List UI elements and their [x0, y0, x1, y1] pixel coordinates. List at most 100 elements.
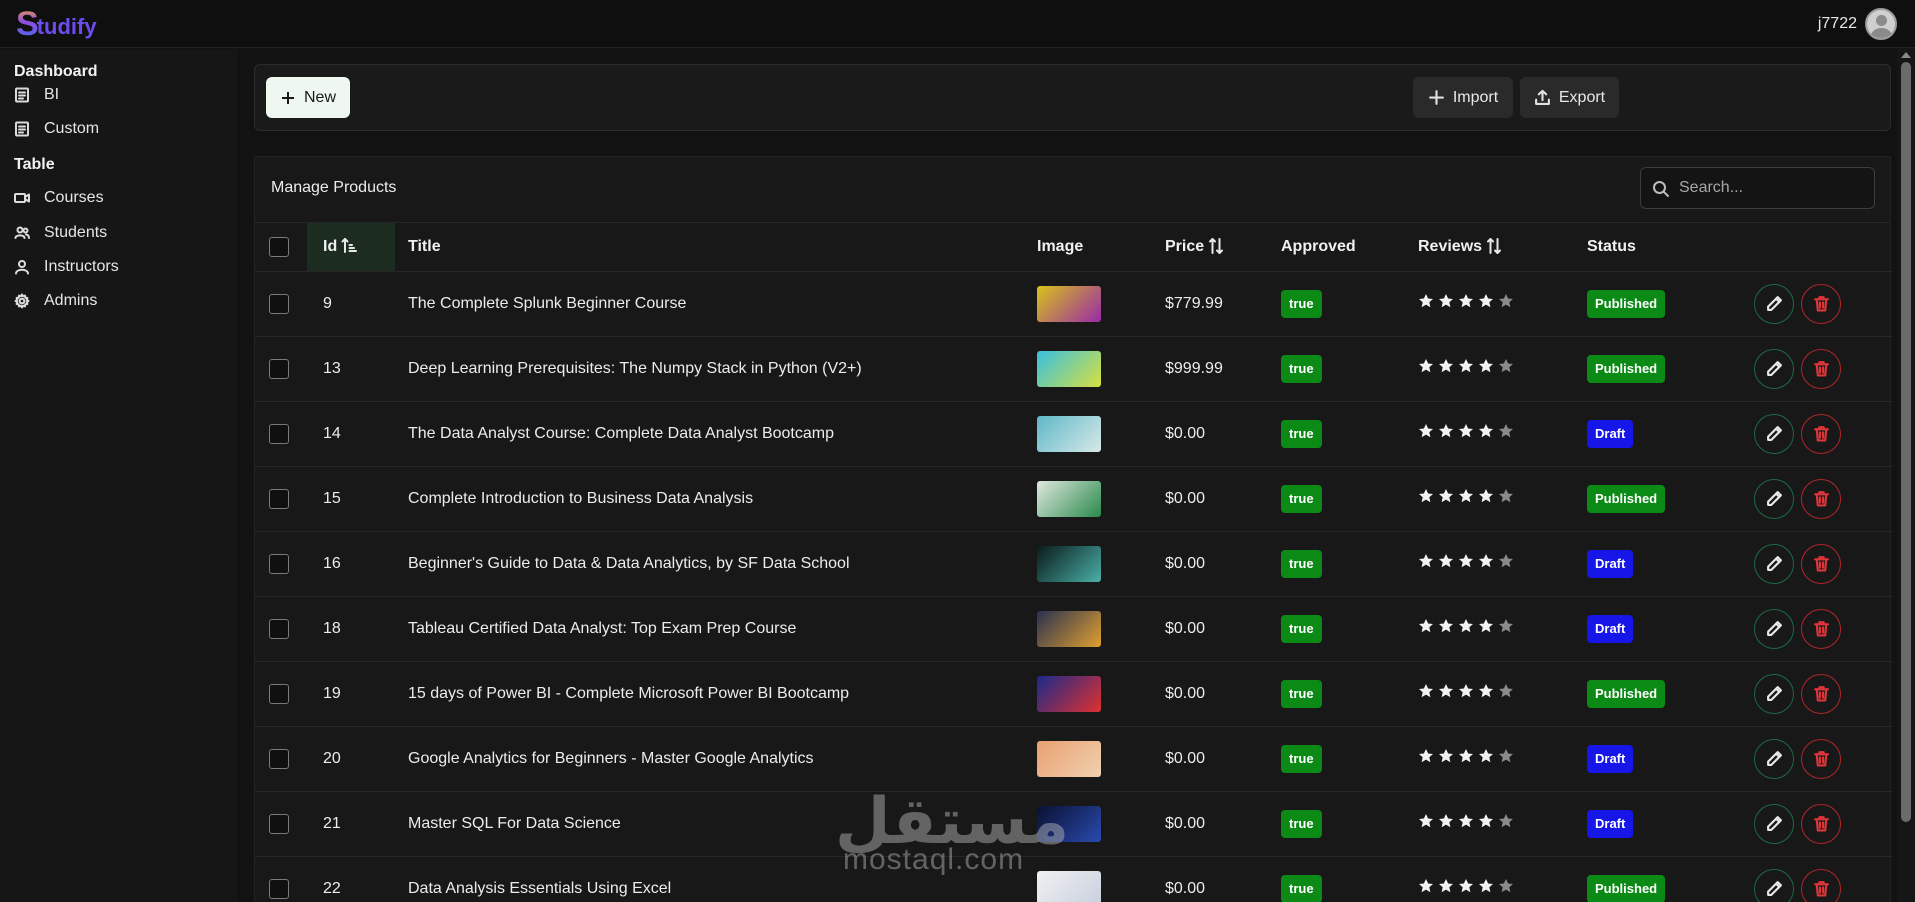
export-button[interactable]: Export	[1520, 77, 1619, 118]
search-box[interactable]	[1640, 167, 1875, 209]
rating-stars	[1418, 553, 1514, 569]
edit-button[interactable]	[1754, 868, 1794, 902]
cell-price: $0.00	[1155, 856, 1272, 902]
rating-stars	[1418, 423, 1514, 439]
edit-button[interactable]	[1754, 413, 1794, 454]
edit-button[interactable]	[1754, 283, 1794, 324]
edit-button[interactable]	[1754, 478, 1794, 519]
sidebar-item-instructors[interactable]: Instructors	[14, 253, 119, 281]
table-row[interactable]: 19 15 days of Power BI - Complete Micros…	[255, 661, 1892, 727]
star-icon	[1479, 619, 1493, 633]
delete-button[interactable]	[1801, 868, 1841, 902]
star-icon	[1479, 684, 1493, 698]
star-icon	[1499, 294, 1513, 308]
delete-button[interactable]	[1801, 608, 1841, 649]
edit-button[interactable]	[1754, 608, 1794, 649]
page-scrollbar[interactable]	[1897, 48, 1915, 902]
search-input[interactable]	[1679, 168, 1869, 208]
table-row[interactable]: 21 Master SQL For Data Science $0.00 tru…	[255, 791, 1892, 857]
edit-button[interactable]	[1754, 348, 1794, 389]
row-checkbox[interactable]	[269, 748, 289, 769]
rating-stars	[1418, 618, 1514, 634]
row-checkbox[interactable]	[269, 488, 289, 509]
edit-button[interactable]	[1754, 543, 1794, 584]
cell-title: Master SQL For Data Science	[395, 791, 1027, 857]
sidebar-item-admins[interactable]: Admins	[14, 287, 97, 315]
star-icon	[1439, 424, 1453, 438]
sidebar-item-students[interactable]: Students	[14, 219, 107, 247]
sidebar-item-courses[interactable]: Courses	[14, 184, 104, 212]
column-header-price[interactable]: Price	[1155, 223, 1272, 272]
row-checkbox[interactable]	[269, 813, 289, 834]
trash-icon	[1813, 491, 1829, 507]
row-checkbox[interactable]	[269, 423, 289, 444]
table-row[interactable]: 16 Beginner's Guide to Data & Data Analy…	[255, 531, 1892, 597]
pencil-icon	[1766, 361, 1782, 376]
cell-title: 15 days of Power BI - Complete Microsoft…	[395, 661, 1027, 727]
cell-id: 14	[307, 401, 395, 467]
cell-id: 13	[307, 336, 395, 402]
trash-icon	[1813, 361, 1829, 377]
row-checkbox[interactable]	[269, 618, 289, 639]
table-row[interactable]: 9 The Complete Splunk Beginner Course $7…	[255, 271, 1892, 337]
import-button[interactable]: Import	[1413, 77, 1513, 118]
edit-button[interactable]	[1754, 673, 1794, 714]
products-panel: Manage Products Id Title Image	[254, 156, 1892, 902]
course-thumbnail	[1037, 610, 1101, 647]
column-header-id[interactable]: Id	[307, 223, 395, 272]
rating-stars	[1418, 358, 1514, 374]
products-table: Id Title Image Price Approved Reviews St…	[255, 223, 1892, 902]
delete-button[interactable]	[1801, 283, 1841, 324]
star-icon	[1459, 879, 1473, 893]
column-header-reviews[interactable]: Reviews	[1409, 223, 1580, 272]
trash-icon	[1813, 621, 1829, 637]
edit-button[interactable]	[1754, 738, 1794, 779]
table-row[interactable]: 13 Deep Learning Prerequisites: The Nump…	[255, 336, 1892, 402]
table-row[interactable]: 14 The Data Analyst Course: Complete Dat…	[255, 401, 1892, 467]
user-menu[interactable]: j7722	[1818, 8, 1897, 40]
cell-price: $779.99	[1155, 271, 1272, 337]
approved-badge: true	[1281, 614, 1322, 643]
sidebar-item-custom[interactable]: Custom	[14, 115, 99, 143]
course-thumbnail	[1037, 675, 1101, 712]
select-all-checkbox[interactable]	[269, 236, 289, 257]
star-icon	[1439, 879, 1453, 893]
row-checkbox[interactable]	[269, 683, 289, 704]
table-row[interactable]: 15 Complete Introduction to Business Dat…	[255, 466, 1892, 532]
row-checkbox[interactable]	[269, 878, 289, 899]
row-checkbox[interactable]	[269, 553, 289, 574]
scrollbar-thumb[interactable]	[1901, 62, 1911, 822]
table-row[interactable]: 22 Data Analysis Essentials Using Excel …	[255, 856, 1892, 902]
delete-button[interactable]	[1801, 673, 1841, 714]
row-checkbox[interactable]	[269, 293, 289, 314]
delete-button[interactable]	[1801, 348, 1841, 389]
status-badge: Published	[1587, 484, 1666, 513]
sidebar-item-bi[interactable]: BI	[14, 81, 59, 109]
delete-button[interactable]	[1801, 803, 1841, 844]
pencil-icon	[1766, 426, 1782, 441]
table-row[interactable]: 20 Google Analytics for Beginners - Mast…	[255, 726, 1892, 792]
star-icon	[1499, 749, 1513, 763]
table-row[interactable]: 18 Tableau Certified Data Analyst: Top E…	[255, 596, 1892, 662]
new-button[interactable]: New	[266, 77, 350, 118]
table-header-row: Id Title Image Price Approved Reviews St…	[255, 223, 1892, 272]
star-icon	[1459, 294, 1473, 308]
row-checkbox[interactable]	[269, 358, 289, 379]
app-logo[interactable]: S tudify	[16, 6, 97, 42]
delete-button[interactable]	[1801, 738, 1841, 779]
panel-header: Manage Products	[255, 157, 1890, 223]
star-icon	[1439, 684, 1453, 698]
rating-stars	[1418, 683, 1514, 699]
course-thumbnail	[1037, 870, 1101, 902]
delete-button[interactable]	[1801, 413, 1841, 454]
star-icon	[1459, 424, 1473, 438]
users-icon	[14, 226, 30, 239]
delete-button[interactable]	[1801, 478, 1841, 519]
status-badge: Draft	[1587, 419, 1634, 448]
trash-icon	[1813, 816, 1829, 832]
avatar[interactable]	[1865, 8, 1897, 40]
star-icon	[1419, 684, 1433, 698]
delete-button[interactable]	[1801, 543, 1841, 584]
cell-price: $0.00	[1155, 531, 1272, 597]
edit-button[interactable]	[1754, 803, 1794, 844]
